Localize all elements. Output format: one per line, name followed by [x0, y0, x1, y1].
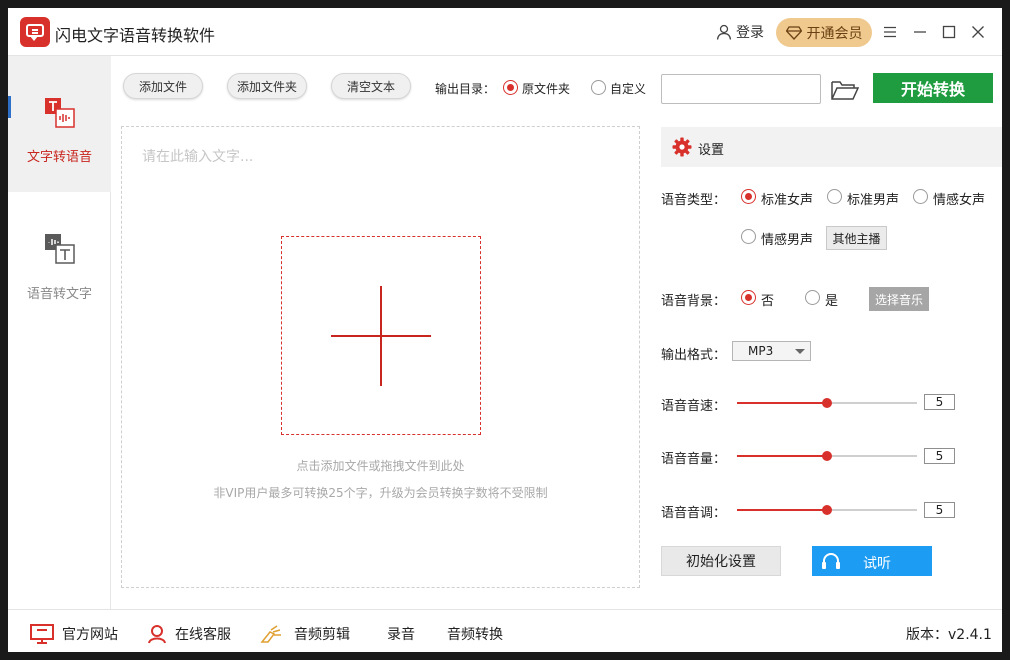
radio-voice-standard-male[interactable] — [827, 189, 842, 204]
drop-zone[interactable] — [281, 236, 481, 435]
radio-bg-yes[interactable] — [805, 290, 820, 305]
text-placeholder: 请在此输入文字... — [142, 149, 254, 165]
voice-option-label: 标准女声 — [761, 193, 814, 208]
speech-to-text-icon — [45, 234, 75, 264]
record-link[interactable]: 录音 — [387, 624, 415, 644]
headphones-icon — [822, 553, 840, 569]
radio-bg-no[interactable] — [741, 290, 756, 305]
bg-label: 语音背景： — [661, 294, 727, 309]
voice-type-label: 语音类型： — [661, 193, 727, 208]
online-service-label: 在线客服 — [175, 627, 231, 643]
radio-custom[interactable] — [591, 80, 606, 95]
app-title: 闪电文字语音转换软件 — [55, 26, 216, 45]
text-input-area[interactable]: 请在此输入文字... 点击添加文件或拖拽文件到此处 非VIP用户最多可转换25个… — [121, 126, 640, 588]
maximize-icon[interactable] — [939, 22, 959, 42]
active-indicator — [8, 96, 11, 118]
version-label: 版本：v2.4.1 — [906, 627, 992, 643]
drop-hint: 点击添加文件或拖拽文件到此处 — [296, 459, 465, 473]
voice-option-label: 标准男声 — [847, 193, 900, 208]
sidebar-item-label: 语音转文字 — [26, 287, 92, 302]
pitch-label: 语音音调： — [661, 506, 727, 521]
volume-slider[interactable] — [737, 446, 917, 466]
app-window: 闪电文字语音转换软件 登录 开通会员 文字转语音 语音转文字 添加文件 添加文件… — [8, 8, 1002, 652]
sidebar: 文字转语音 语音转文字 — [8, 56, 111, 609]
add-file-button[interactable]: 添加文件 — [123, 73, 203, 99]
clear-text-button[interactable]: 清空文本 — [331, 73, 411, 99]
listen-button[interactable]: 试听 — [812, 546, 932, 576]
folder-open-icon[interactable] — [830, 78, 860, 102]
chevron-down-icon — [795, 349, 805, 354]
voice-option-label: 情感女声 — [933, 193, 986, 208]
radio-voice-emotion-female[interactable] — [913, 189, 928, 204]
speed-value[interactable]: 5 — [924, 394, 955, 410]
audio-convert-link[interactable]: 音频转换 — [447, 624, 503, 644]
volume-label: 语音音量： — [661, 452, 727, 467]
source-folder-label: 原文件夹 — [522, 82, 571, 96]
volume-value[interactable]: 5 — [924, 448, 955, 464]
login-button[interactable]: 登录 — [716, 22, 764, 42]
diamond-icon — [785, 25, 802, 40]
format-select[interactable]: MP3 — [732, 341, 811, 361]
reset-settings-button[interactable]: 初始化设置 — [661, 546, 781, 576]
sidebar-item-label: 文字转语音 — [26, 150, 92, 165]
bg-yes-label: 是 — [825, 294, 839, 309]
login-label: 登录 — [736, 25, 764, 41]
audio-edit-link[interactable]: 音频剪辑 — [260, 624, 350, 644]
output-path-input[interactable] — [661, 74, 821, 104]
custom-label: 自定义 — [610, 82, 647, 96]
vip-button[interactable]: 开通会员 — [776, 18, 872, 47]
format-label: 输出格式： — [661, 348, 727, 363]
vip-label: 开通会员 — [806, 25, 863, 42]
audio-edit-label: 音频剪辑 — [294, 627, 350, 643]
speed-label: 语音音速： — [661, 399, 727, 414]
bg-no-label: 否 — [761, 294, 775, 309]
customer-service-icon — [148, 625, 166, 644]
vip-limit-hint: 非VIP用户最多可转换25个字，升级为会员转换字数将不受限制 — [213, 486, 548, 500]
gear-icon — [672, 137, 692, 157]
settings-header: 设置 — [661, 127, 1002, 167]
start-convert-button[interactable]: 开始转换 — [873, 73, 993, 103]
slider-handle[interactable] — [822, 398, 832, 408]
minimize-icon[interactable] — [910, 22, 930, 42]
radio-source-folder[interactable] — [503, 80, 518, 95]
monitor-icon — [30, 624, 54, 644]
output-dir-label: 输出目录： — [435, 82, 496, 96]
text-to-speech-icon — [45, 98, 75, 128]
pitch-slider[interactable] — [737, 500, 917, 520]
audio-edit-icon — [260, 625, 281, 643]
slider-handle[interactable] — [822, 505, 832, 515]
official-website-label: 官方网站 — [62, 627, 118, 643]
choose-music-button[interactable]: 选择音乐 — [869, 287, 929, 311]
official-website-link[interactable]: 官方网站 — [30, 624, 118, 644]
speed-slider[interactable] — [737, 393, 917, 413]
format-value: MP3 — [748, 344, 774, 358]
pitch-value[interactable]: 5 — [924, 502, 955, 518]
user-icon — [716, 24, 732, 40]
sidebar-item-text-to-speech[interactable]: 文字转语音 — [8, 56, 111, 192]
voice-option-label: 情感男声 — [761, 233, 814, 248]
sidebar-item-speech-to-text[interactable]: 语音转文字 — [8, 216, 111, 306]
bottom-bar: 官方网站 在线客服 音频剪辑 录音 音频转换 版本：v2.4.1 — [8, 609, 1002, 652]
settings-title: 设置 — [698, 143, 725, 158]
menu-icon[interactable] — [880, 22, 900, 42]
add-folder-button[interactable]: 添加文件夹 — [227, 73, 307, 99]
online-service-link[interactable]: 在线客服 — [147, 624, 231, 644]
other-anchor-button[interactable]: 其他主播 — [826, 226, 887, 250]
app-logo-icon — [20, 17, 50, 47]
radio-voice-emotion-male[interactable] — [741, 229, 756, 244]
title-bar: 闪电文字语音转换软件 登录 开通会员 — [8, 8, 1002, 56]
close-icon[interactable] — [968, 22, 988, 42]
slider-handle[interactable] — [822, 451, 832, 461]
listen-label: 试听 — [863, 556, 891, 572]
radio-voice-standard-female[interactable] — [741, 189, 756, 204]
